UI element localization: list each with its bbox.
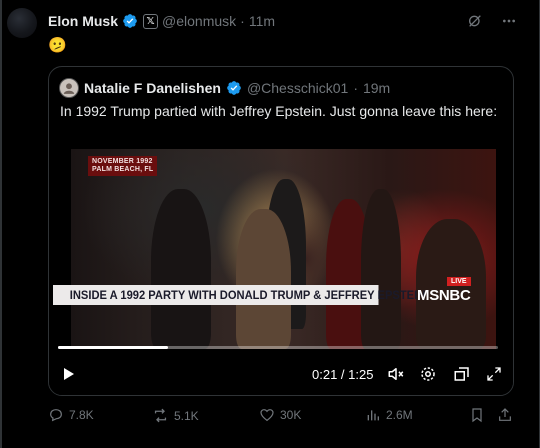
views-chart-icon: [367, 410, 379, 421]
picture-in-picture-icon[interactable]: [452, 364, 472, 384]
post-time[interactable]: 11m: [249, 13, 275, 29]
volume-icon-svg: [388, 368, 404, 380]
author-handle[interactable]: @elonmusk: [162, 13, 236, 29]
header-actions: [466, 12, 518, 30]
views-button[interactable]: 2.6M: [365, 407, 413, 423]
pip-icon-svg: [454, 367, 469, 381]
more-options-icon[interactable]: [500, 12, 518, 30]
quoted-post-text: In 1992 Trump partied with Jeffrey Epste…: [60, 103, 498, 119]
more-dots-svg: [503, 19, 515, 23]
reply-button[interactable]: 7.8K: [48, 407, 94, 423]
volume-muted-icon[interactable]: [386, 364, 406, 384]
settings-gear-icon[interactable]: [418, 364, 438, 384]
x-logo-icon: 𝕏: [143, 13, 159, 29]
quoted-avatar[interactable]: [59, 78, 79, 98]
video-caption-tag: NOVEMBER 1992 PALM BEACH, FL: [88, 156, 158, 176]
video-figure: [151, 189, 211, 349]
reply-count: 7.8K: [69, 408, 94, 422]
video-chyron: INSIDE A 1992 PARTY WITH DONALD TRUMP & …: [53, 285, 425, 305]
fullscreen-icon[interactable]: [484, 364, 504, 384]
bookmark-button[interactable]: [469, 407, 485, 423]
repost-icon: [154, 408, 167, 423]
quoted-post-time[interactable]: 19m: [363, 80, 390, 96]
video-progress-bar[interactable]: [58, 346, 498, 349]
heart-icon: [260, 409, 274, 422]
views-count: 2.6M: [386, 408, 413, 422]
gear-icon-svg: [421, 367, 435, 381]
reply-icon: [50, 409, 62, 422]
verified-icon: [227, 81, 241, 95]
tag-date: NOVEMBER 1992: [92, 158, 153, 165]
post-actions: 7.8K 5.1K 30K 2.6M: [48, 407, 523, 427]
network-logo: MSNBC: [417, 287, 471, 304]
quoted-author-name[interactable]: Natalie F Danelishen: [84, 80, 221, 96]
quoted-header: Natalie F Danelishen @Chesschick01 · 19m: [59, 78, 390, 98]
author-name[interactable]: Elon Musk: [48, 13, 118, 29]
video-figure: [361, 189, 401, 349]
author-avatar[interactable]: [7, 8, 37, 38]
like-count: 30K: [280, 408, 302, 422]
grok-icon[interactable]: [466, 12, 484, 30]
tag-location: PALM BEACH, FL: [92, 166, 154, 173]
share-icon: [499, 408, 511, 421]
bookmark-icon: [472, 408, 482, 423]
quoted-author-handle[interactable]: @Chesschick01: [247, 80, 348, 96]
video-player[interactable]: NOVEMBER 1992 PALM BEACH, FL: [49, 134, 513, 395]
grok-icon-svg: [469, 15, 481, 27]
live-badge: LIVE: [447, 277, 471, 286]
verified-icon: [123, 14, 137, 28]
video-time: 0:21 / 1:25: [312, 367, 374, 382]
video-figure: [236, 209, 291, 349]
dot-separator: ·: [353, 80, 358, 96]
repost-count: 5.1K: [174, 408, 199, 423]
share-button[interactable]: [497, 407, 513, 423]
video-progress-fill: [58, 346, 168, 349]
play-icon-svg: [64, 368, 74, 380]
expand-icon-svg: [487, 367, 501, 381]
play-icon[interactable]: [58, 364, 78, 384]
repost-button[interactable]: 5.1K: [152, 407, 199, 424]
post-body-emoji: 🫤: [48, 37, 67, 54]
person-icon: [63, 83, 75, 94]
like-button[interactable]: 30K: [259, 407, 301, 423]
video-frame: NOVEMBER 1992 PALM BEACH, FL: [71, 149, 496, 349]
dot-separator: ·: [240, 13, 245, 29]
post-header: Elon Musk 𝕏 @elonmusk · 11m: [48, 13, 275, 29]
